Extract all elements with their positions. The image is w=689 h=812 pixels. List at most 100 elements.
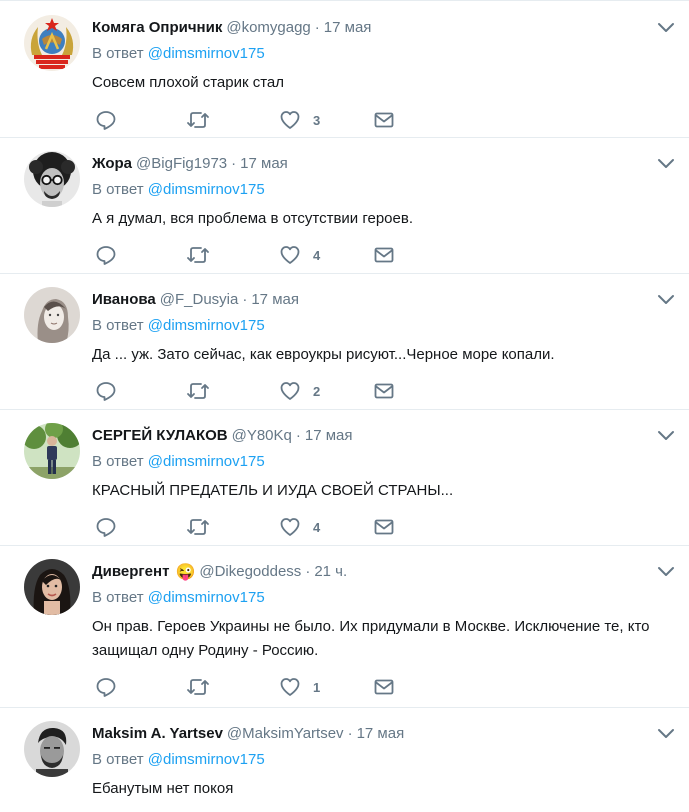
reply-icon [96,382,116,401]
reply-feed: Комяга Опричник @komygagg · 17 мая В ответ … [0,0,689,812]
author-handle[interactable]: @F_Dusyia [160,291,239,308]
like-count: 1 [313,679,321,695]
man-bw-portrait-icon [24,721,80,777]
heart-icon [280,518,300,536]
tweet-header: СЕРГЕЙ КУЛАКОВ @Y80Kq · 17 мая [92,427,353,444]
author-handle[interactable]: @MaksimYartsev [227,725,344,742]
like-count: 4 [313,519,321,535]
tweet-actions: 2 [92,379,412,403]
retweet-button[interactable] [186,675,210,699]
reply-mention-link[interactable]: @dimsmirnov175 [148,45,265,62]
like-count: 2 [313,383,321,399]
heart-icon [280,678,300,696]
like-button[interactable]: 2 [279,379,320,403]
chevron-down-icon[interactable] [655,288,677,310]
timestamp[interactable]: 17 мая [240,155,288,172]
direct-message-button[interactable] [373,515,395,539]
reply-context: В ответ @dimsmirnov175 [92,453,265,470]
timestamp[interactable]: 17 мая [251,291,299,308]
reply-context: В ответ @dimsmirnov175 [92,751,265,768]
timestamp[interactable]: 17 мая [324,19,372,36]
tweet-text: КРАСНЫЙ ПРЕДАТЕЛЬ И ИУДА СВОЕЙ СТРАНЫ... [92,482,454,499]
reply-mention-link[interactable]: @dimsmirnov175 [148,181,265,198]
retweet-button[interactable] [186,108,210,132]
avatar[interactable] [24,15,80,71]
reply-context: В ответ @dimsmirnov175 [92,317,265,334]
retweet-icon [187,247,209,263]
chevron-down-icon[interactable] [655,560,677,582]
avatar[interactable] [24,721,80,777]
reply-mention-link[interactable]: @dimsmirnov175 [148,453,265,470]
heart-icon [280,111,300,129]
retweet-icon [187,383,209,399]
timestamp[interactable]: 17 мая [357,725,405,742]
reply-icon [96,518,116,537]
tweet[interactable]: Maksim A. Yartsev @MaksimYartsev · 17 мая В… [0,707,689,812]
retweet-button[interactable] [186,243,210,267]
envelope-icon [374,383,394,399]
like-button[interactable]: 4 [279,243,320,267]
chevron-down-icon[interactable] [655,722,677,744]
tweet[interactable]: Жора @BigFig1973 · 17 мая В ответ @dimsmirn… [0,137,689,274]
heart-icon [280,246,300,264]
tweet-header: Комяга Опричник @komygagg · 17 мая [92,19,372,36]
timestamp[interactable]: 17 мая [305,427,353,444]
tweet[interactable]: Комяга Опричник @komygagg · 17 мая В ответ … [0,1,689,138]
author-name[interactable]: Жора [92,155,132,172]
direct-message-button[interactable] [373,108,395,132]
author-handle[interactable]: @komygagg [226,19,310,36]
woman-portrait-icon [24,559,80,615]
like-button[interactable]: 4 [279,515,320,539]
tweet-actions: 4 [92,243,412,267]
tweet-text: Совсем плохой старик стал [92,74,285,91]
author-handle[interactable]: @BigFig1973 [136,155,227,172]
reply-button[interactable] [95,379,117,403]
reply-button[interactable] [95,675,117,699]
like-button[interactable]: 1 [279,675,320,699]
retweet-button[interactable] [186,379,210,403]
tweet[interactable]: СЕРГЕЙ КУЛАКОВ @Y80Kq · 17 мая В ответ @dim… [0,409,689,546]
chevron-down-icon[interactable] [655,152,677,174]
direct-message-button[interactable] [373,675,395,699]
soviet-emblem-icon [24,15,80,71]
timestamp[interactable]: 21 ч. [314,563,347,580]
tweet-header: Maksim A. Yartsev @MaksimYartsev · 17 мая [92,725,405,742]
avatar[interactable] [24,423,80,479]
reply-button[interactable] [95,515,117,539]
reply-icon [96,678,116,697]
reply-mention-link[interactable]: @dimsmirnov175 [148,317,265,334]
chevron-down-icon[interactable] [655,424,677,446]
tweet[interactable]: Иванова @F_Dusyia · 17 мая В ответ @dimsmir… [0,273,689,410]
author-name[interactable]: Дивергент [92,563,169,580]
tweet-actions: 1 [92,675,412,699]
tweet-text: Он прав. Героев Украины не было. Их прид… [92,618,650,659]
retweet-button[interactable] [186,515,210,539]
avatar[interactable] [24,287,80,343]
avatar[interactable] [24,559,80,615]
author-name[interactable]: Комяга Опричник [92,19,222,36]
chevron-down-icon[interactable] [655,16,677,38]
tweet-actions: 3 [92,108,412,132]
avatar[interactable] [24,151,80,207]
reply-context: В ответ @dimsmirnov175 [92,589,265,606]
direct-message-button[interactable] [373,243,395,267]
reply-button[interactable] [95,108,117,132]
author-name[interactable]: Иванова [92,291,156,308]
tweet-text: Да ... уж. Зато сейчас, как евроукры рис… [92,346,555,363]
author-handle[interactable]: @Y80Kq [232,427,292,444]
like-count: 4 [313,247,321,263]
reply-context: В ответ @dimsmirnov175 [92,45,265,62]
reply-button[interactable] [95,243,117,267]
reply-mention-link[interactable]: @dimsmirnov175 [148,751,265,768]
reply-mention-link[interactable]: @dimsmirnov175 [148,589,265,606]
author-name[interactable]: СЕРГЕЙ КУЛАКОВ [92,427,228,444]
author-name[interactable]: Maksim A. Yartsev [92,725,223,742]
man-curly-hair-glasses-icon [24,151,80,207]
envelope-icon [374,247,394,263]
like-button[interactable]: 3 [279,108,320,132]
tweet[interactable]: Дивергент 😜 @Dikegoddess · 21 ч. В ответ @di… [0,545,689,708]
tweet-actions: 4 [92,515,412,539]
direct-message-button[interactable] [373,379,395,403]
author-handle[interactable]: @Dikegoddess [199,563,301,580]
envelope-icon [374,679,394,695]
